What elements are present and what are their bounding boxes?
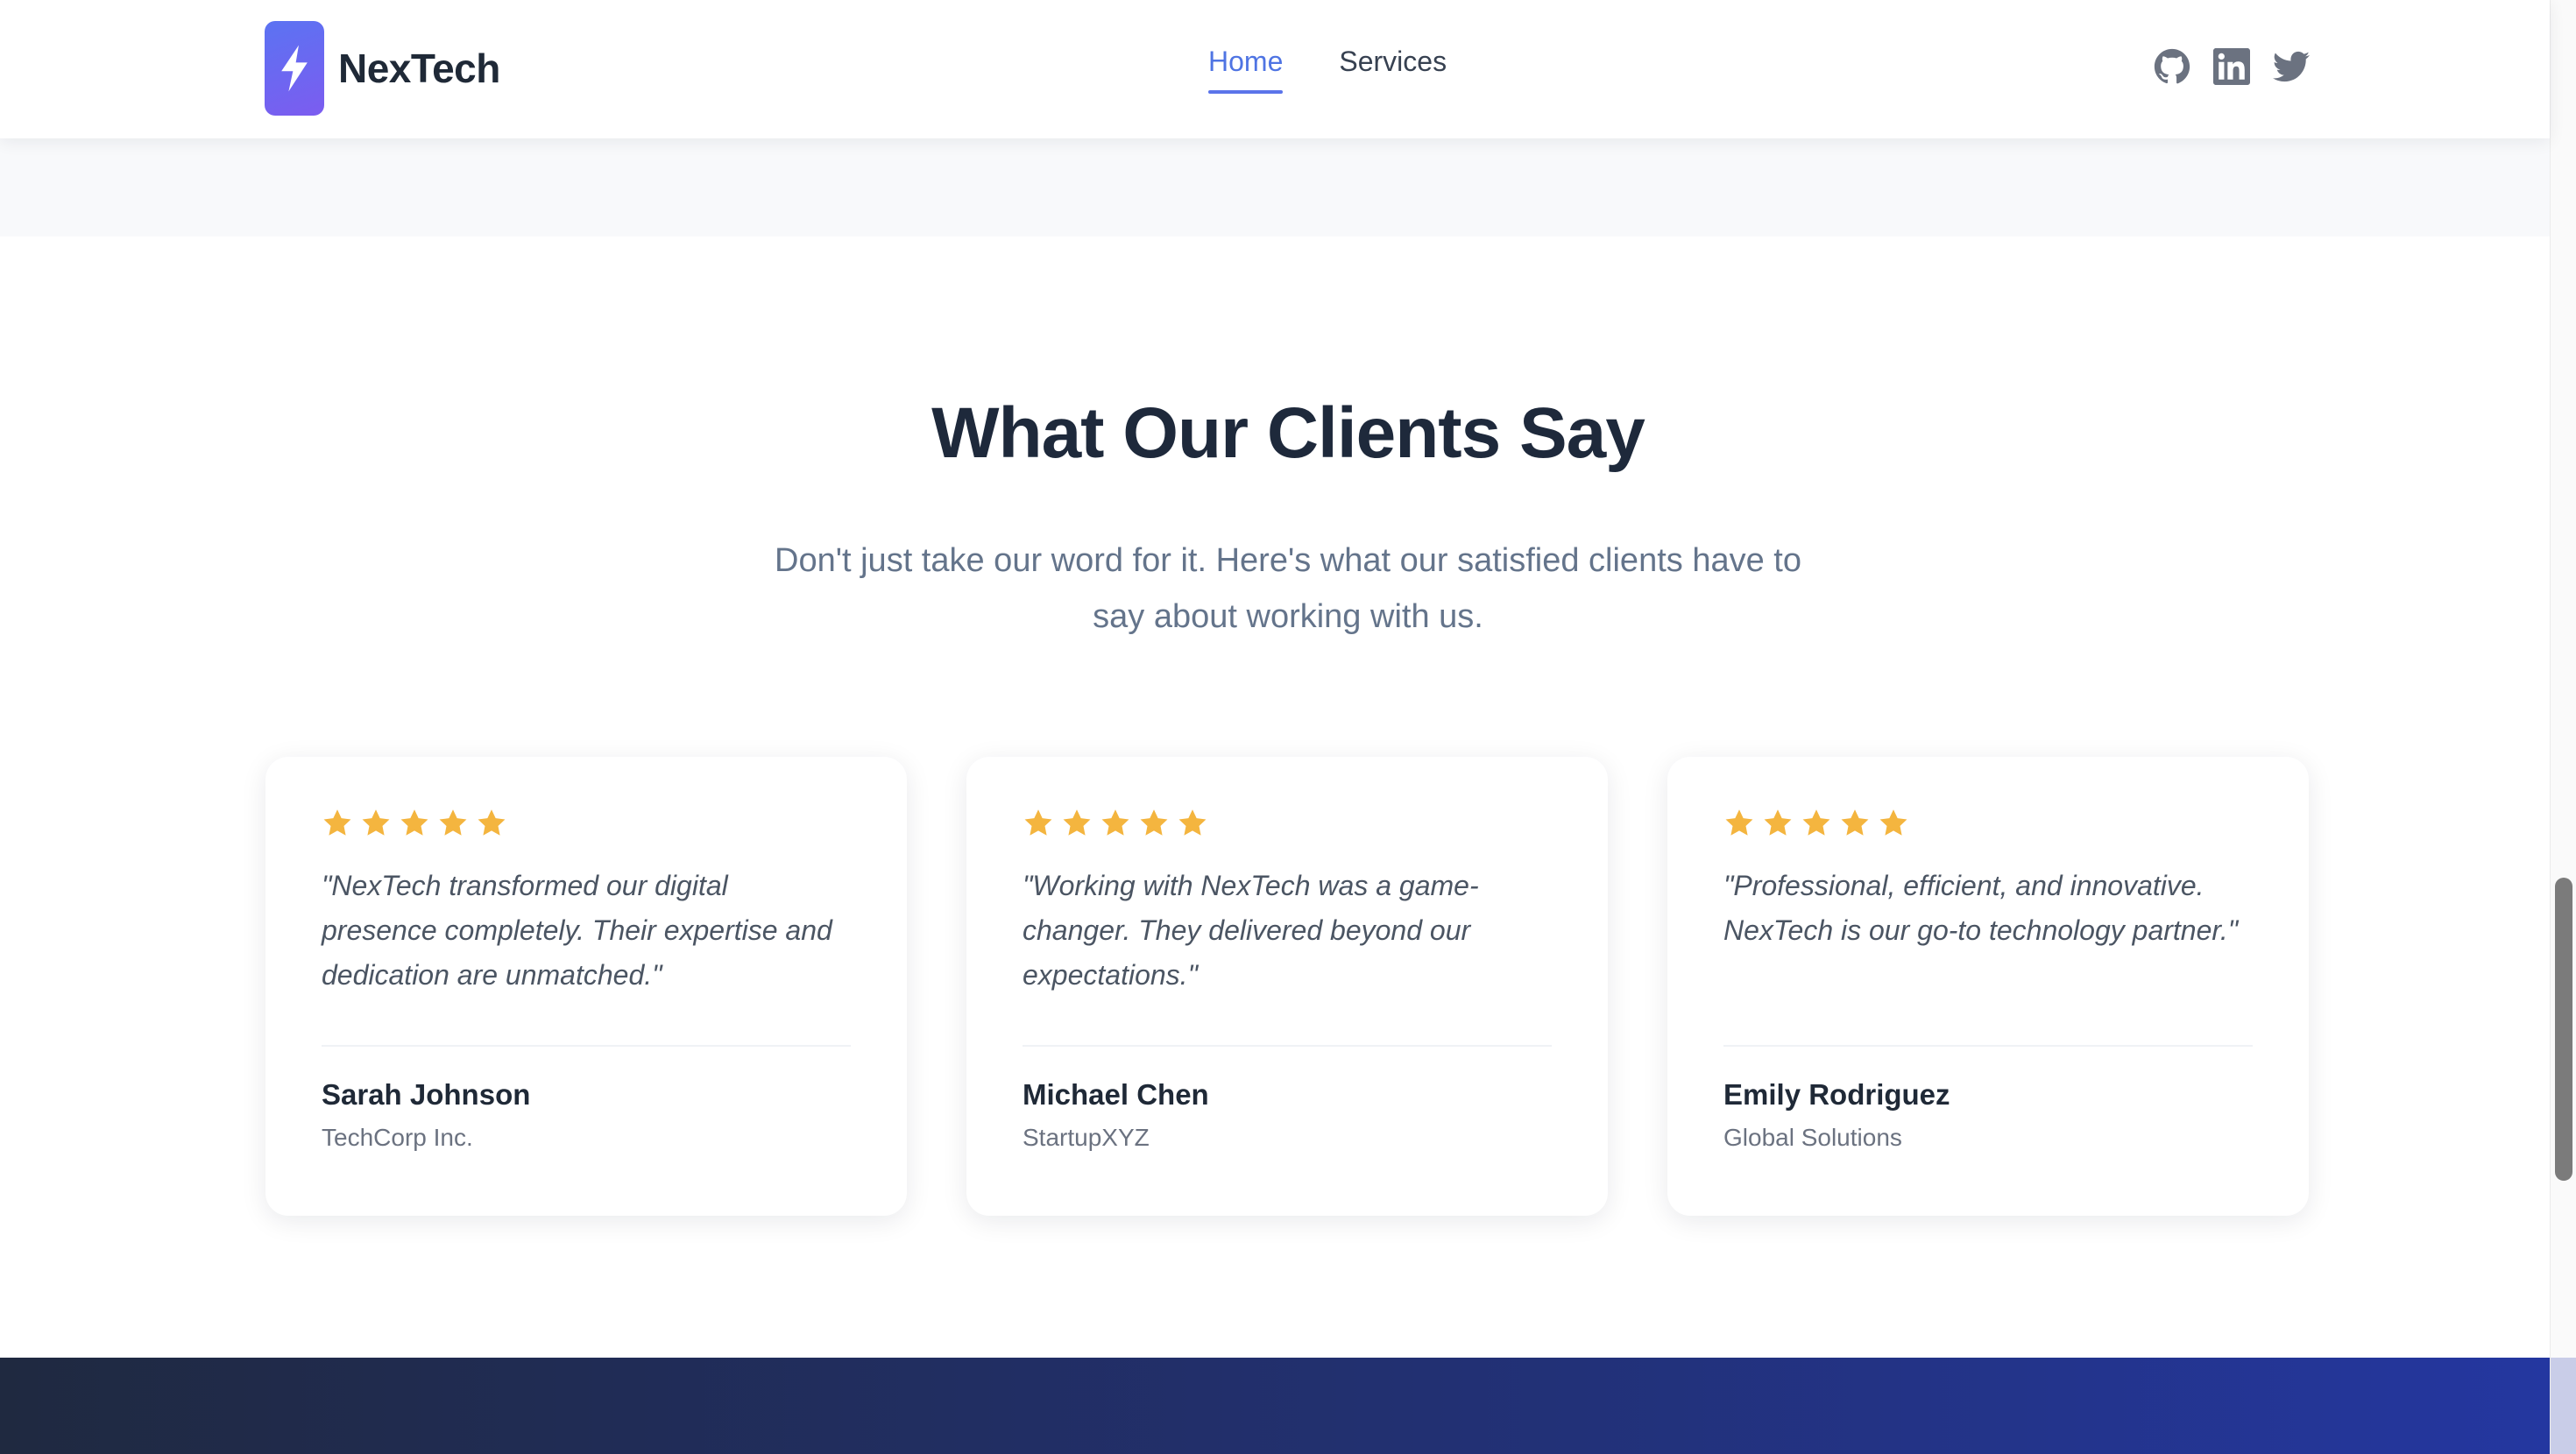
testimonial-card: "Professional, efficient, and innovative… [1667,757,2309,1216]
client-company: Global Solutions [1723,1124,1902,1151]
section-subtitle: Don't just take our word for it. Here's … [775,542,1801,635]
previous-section-band [0,138,2550,236]
scrollbar-thumb[interactable] [2555,878,2572,1181]
lightning-bolt-icon [265,21,324,116]
nav-link-home[interactable]: Home [1208,46,1284,94]
star-icon [360,808,392,839]
testimonial-quote: "Professional, efficient, and innovative… [1723,870,2239,946]
client-name: Sarah Johnson [322,1078,531,1111]
star-icon [1839,808,1871,839]
star-icon [1138,808,1170,839]
star-icon [1801,808,1832,839]
star-icon [1023,808,1054,839]
star-icon [322,808,353,839]
client-name: Michael Chen [1023,1078,1209,1111]
card-divider [1023,1045,1552,1047]
nav-link-services[interactable]: Services [1339,46,1447,94]
star-icon [1061,808,1093,839]
twitter-icon[interactable] [2273,48,2310,85]
client-name: Emily Rodriguez [1723,1078,1950,1111]
star-icon [1723,808,1755,839]
testimonial-quote: "Working with NexTech was a game-changer… [1023,870,1479,991]
brand-logo[interactable]: NexTech [265,21,500,116]
vertical-scrollbar[interactable] [2550,0,2576,1454]
star-icon [476,808,507,839]
page: NexTech Home Services What Our Clients S… [0,0,2576,1454]
linkedin-icon[interactable] [2213,48,2250,85]
testimonials-section: What Our Clients Say Don't just take our… [0,236,2550,1358]
testimonial-card: "Working with NexTech was a game-changer… [966,757,1608,1216]
star-rating [1723,808,2253,843]
section-title: What Our Clients Say [931,393,1645,473]
star-icon [437,808,469,839]
social-links [2154,48,2332,85]
client-company: StartupXYZ [1023,1124,1150,1151]
brand-name: NexTech [338,46,500,91]
star-rating [322,808,851,843]
star-icon [1762,808,1794,839]
card-divider [1723,1045,2253,1047]
main-nav: Home Services [1208,46,1503,94]
star-icon [1177,808,1208,839]
testimonial-quote: "NexTech transformed our digital presenc… [322,870,832,991]
top-navbar: NexTech Home Services [0,0,2550,138]
star-icon [1878,808,1909,839]
star-rating [1023,808,1552,843]
star-icon [1100,808,1131,839]
github-icon[interactable] [2154,48,2190,85]
testimonial-card: "NexTech transformed our digital presenc… [265,757,907,1216]
card-divider [322,1045,851,1047]
star-icon [399,808,430,839]
footer-section [0,1358,2550,1454]
scrollbar-track-bottom [2551,1358,2576,1454]
client-company: TechCorp Inc. [322,1124,473,1151]
